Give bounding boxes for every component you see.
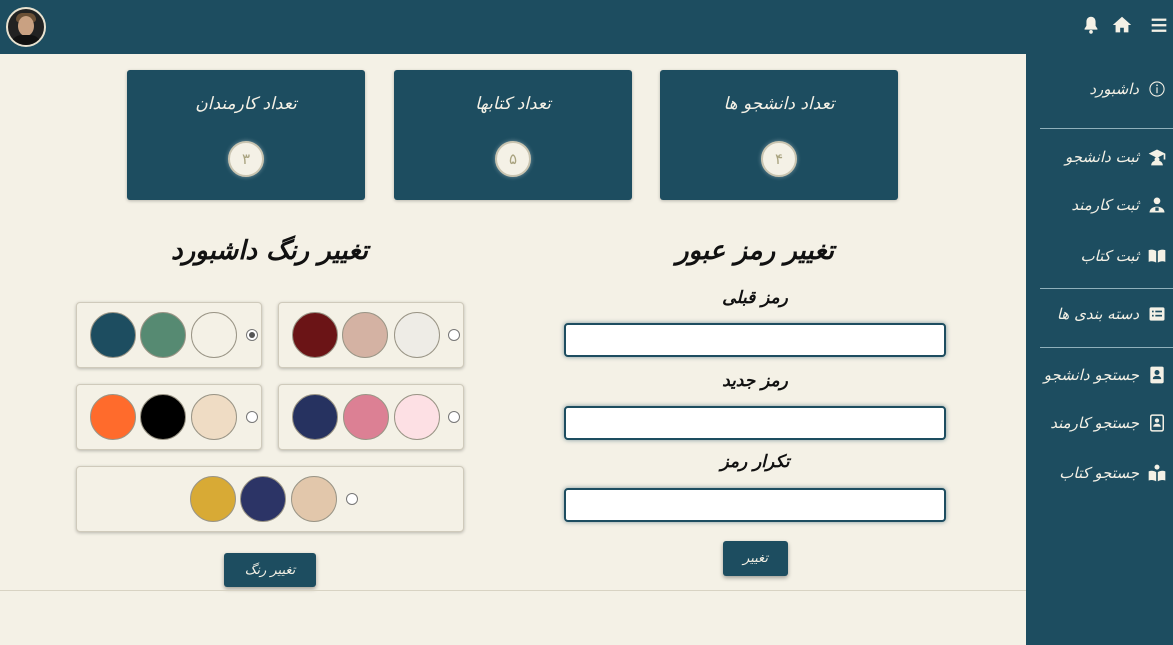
sidebar-item-label: جستجو کارمند (1050, 414, 1139, 432)
home-icon[interactable] (1111, 14, 1133, 36)
sidebar-divider (1040, 347, 1173, 348)
users-icon (1147, 195, 1167, 215)
new-password-label: رمز جدید (722, 371, 788, 391)
theme-option-2[interactable] (278, 302, 464, 368)
color-swatch (191, 312, 237, 358)
repeat-password-input[interactable] (564, 488, 946, 522)
bell-icon[interactable] (1080, 14, 1102, 36)
graduate-icon (1147, 147, 1167, 167)
color-swatch (140, 312, 186, 358)
theme-section-title: تغییر رنگ داشبورد (171, 236, 368, 266)
top-navbar (0, 0, 1173, 54)
book-open-icon (1147, 246, 1167, 266)
sidebar-item-register-student[interactable]: ثبت دانشجو (1026, 142, 1173, 172)
color-swatch (240, 476, 286, 522)
sidebar-item-label: جستجو دانشجو (1043, 366, 1139, 384)
change-password-button[interactable]: تغییر (723, 541, 788, 576)
sidebar: داشبورد ثبت دانشجو ثبت کارمند ثبت کتاب د… (1026, 54, 1173, 645)
stat-card-employees: تعداد کارمندان ۳ (127, 70, 365, 200)
sidebar-item-search-employee[interactable]: جستجو کارمند (1026, 408, 1173, 438)
color-swatch (190, 476, 236, 522)
theme-radio[interactable] (246, 329, 258, 341)
sidebar-item-label: ثبت دانشجو (1064, 148, 1139, 166)
color-swatch (292, 312, 338, 358)
sidebar-item-label: داشبورد (1089, 80, 1139, 98)
color-swatch (191, 394, 237, 440)
stat-value: ۵ (495, 141, 531, 177)
footer-divider (0, 590, 1026, 591)
sidebar-divider (1040, 288, 1173, 289)
new-password-input[interactable] (564, 406, 946, 440)
sidebar-item-label: ثبت کارمند (1071, 196, 1139, 214)
color-swatch (140, 394, 186, 440)
old-password-label: رمز قبلی (722, 288, 788, 308)
sidebar-item-register-book[interactable]: ثبت کتاب (1026, 241, 1173, 271)
sidebar-item-search-book[interactable]: جستجو کتاب (1026, 458, 1173, 488)
change-theme-button[interactable]: تغییر رنگ (224, 553, 316, 587)
stat-title: تعداد دانشجو ها (723, 94, 835, 114)
info-icon (1147, 79, 1167, 99)
reader-icon (1147, 463, 1167, 483)
sidebar-divider (1040, 128, 1173, 129)
list-icon (1147, 304, 1167, 324)
theme-option-3[interactable] (76, 384, 262, 450)
theme-radio[interactable] (448, 411, 460, 423)
sidebar-item-dashboard[interactable]: داشبورد (1026, 74, 1173, 104)
theme-radio[interactable] (448, 329, 460, 341)
color-swatch (342, 312, 388, 358)
sidebar-item-search-student[interactable]: جستجو دانشجو (1026, 360, 1173, 390)
theme-option-5[interactable] (76, 466, 464, 532)
sidebar-item-categories[interactable]: دسته بندی ها (1026, 299, 1173, 329)
stat-card-books: تعداد کتابها ۵ (394, 70, 632, 200)
repeat-password-label: تکرار رمز (720, 452, 790, 472)
color-swatch (292, 394, 338, 440)
stat-value: ۳ (228, 141, 264, 177)
color-swatch (90, 312, 136, 358)
user-avatar[interactable] (6, 7, 46, 47)
stat-title: تعداد کارمندان (195, 94, 297, 114)
menu-icon[interactable] (1148, 14, 1170, 36)
stat-card-students: تعداد دانشجو ها ۴ (660, 70, 898, 200)
color-swatch (90, 394, 136, 440)
theme-option-1[interactable] (76, 302, 262, 368)
contact-card-outline-icon (1147, 413, 1167, 433)
contact-card-icon (1147, 365, 1167, 385)
color-swatch (291, 476, 337, 522)
theme-radio[interactable] (246, 411, 258, 423)
sidebar-item-label: جستجو کتاب (1059, 464, 1139, 482)
theme-radio[interactable] (346, 493, 358, 505)
password-section-title: تغییر رمز عبور (675, 236, 835, 266)
sidebar-item-register-employee[interactable]: ثبت کارمند (1026, 190, 1173, 220)
color-swatch (394, 394, 440, 440)
color-swatch (343, 394, 389, 440)
stat-title: تعداد کتابها (475, 94, 551, 114)
theme-option-4[interactable] (278, 384, 464, 450)
sidebar-item-label: دسته بندی ها (1056, 305, 1139, 323)
color-swatch (394, 312, 440, 358)
stat-value: ۴ (761, 141, 797, 177)
sidebar-item-label: ثبت کتاب (1080, 247, 1139, 265)
old-password-input[interactable] (564, 323, 946, 357)
